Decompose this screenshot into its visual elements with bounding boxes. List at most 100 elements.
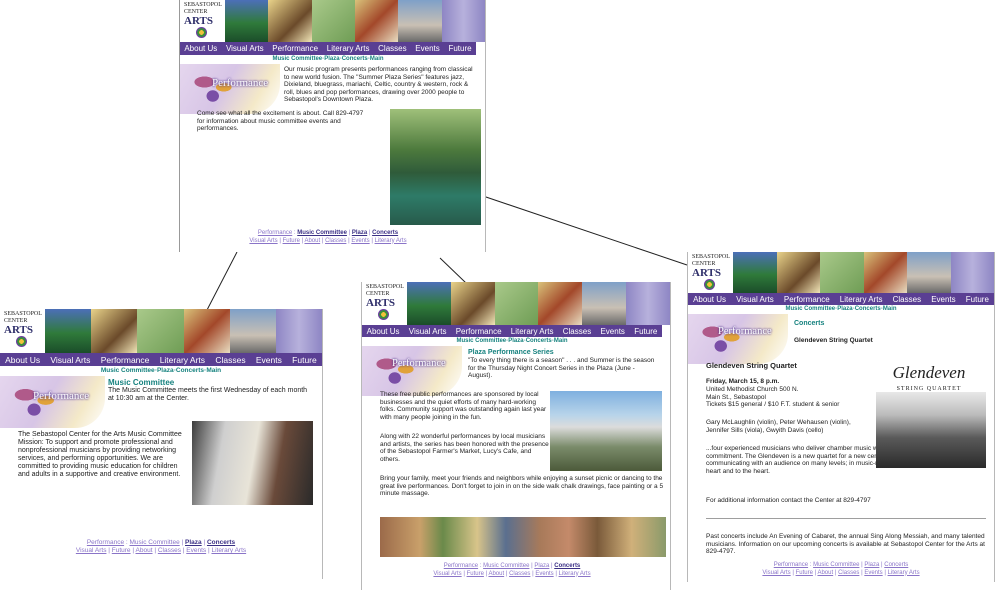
- footer-link-performance[interactable]: Performance: [444, 563, 478, 569]
- footer-link-music-committee[interactable]: Music Committee: [483, 563, 529, 569]
- site-logo[interactable]: SEBASTOPOL CENTER ARTS: [0, 309, 45, 351]
- footer-link-about[interactable]: About: [304, 238, 320, 244]
- footer-link-literary-arts[interactable]: Literary Arts: [888, 570, 920, 576]
- connector-main-committee: [206, 251, 238, 311]
- banner: SEBASTOPOL CENTER ARTS: [362, 282, 670, 325]
- photo-building: [398, 0, 442, 42]
- footer-link-visual-arts[interactable]: Visual Arts: [76, 547, 107, 554]
- nav-about-us[interactable]: About Us: [184, 44, 217, 53]
- nav-events[interactable]: Events: [415, 44, 439, 53]
- footer-link-events[interactable]: Events: [864, 570, 882, 576]
- logo-text-arts: ARTS: [692, 267, 721, 279]
- banner-photos: [45, 309, 322, 353]
- footer-link-events[interactable]: Events: [535, 571, 553, 577]
- footer-link-concerts[interactable]: Concerts: [884, 562, 908, 568]
- nav-events[interactable]: Events: [600, 327, 624, 336]
- photo-dancer: [390, 109, 481, 225]
- nav-performance[interactable]: Performance: [272, 44, 318, 53]
- nav-classes[interactable]: Classes: [893, 295, 921, 304]
- nav-visual-arts[interactable]: Visual Arts: [226, 44, 264, 53]
- header-title: Performance: [718, 326, 772, 337]
- nav-events[interactable]: Events: [256, 355, 282, 365]
- nav-about-us[interactable]: About Us: [693, 295, 726, 304]
- logo-text-top: SEBASTOPOL: [4, 311, 42, 317]
- nav-performance[interactable]: Performance: [101, 355, 150, 365]
- footer-link-future[interactable]: Future: [796, 570, 813, 576]
- footer-link-visual-arts[interactable]: Visual Arts: [762, 570, 790, 576]
- nav-literary-arts[interactable]: Literary Arts: [327, 44, 370, 53]
- footer-link-concerts[interactable]: Concerts: [554, 563, 580, 569]
- logo-text-arts: ARTS: [366, 297, 395, 309]
- sub-nav[interactable]: Music Committee◦Plaza◦Concerts◦Main: [180, 55, 476, 64]
- nav-performance[interactable]: Performance: [784, 295, 830, 304]
- nav-literary-arts[interactable]: Literary Arts: [160, 355, 205, 365]
- footer-link-classes[interactable]: Classes: [509, 571, 530, 577]
- footer-link-concerts[interactable]: Concerts: [207, 539, 235, 546]
- banner: SEBASTOPOL CENTER ARTS: [688, 252, 994, 293]
- footer-link-literary-arts[interactable]: Literary Arts: [375, 238, 407, 244]
- footer-link-about[interactable]: About: [136, 547, 153, 554]
- footer-link-performance[interactable]: Performance: [774, 562, 808, 568]
- performance-header-image: [362, 346, 462, 396]
- footer-link-plaza[interactable]: Plaza: [185, 539, 202, 546]
- logo-swirl-icon: [16, 336, 27, 347]
- footer-link-literary-arts[interactable]: Literary Arts: [559, 571, 591, 577]
- footer-link-future[interactable]: Future: [112, 547, 131, 554]
- nav-visual-arts[interactable]: Visual Arts: [736, 295, 774, 304]
- footer-link-performance[interactable]: Performance: [87, 539, 124, 546]
- nav-visual-arts[interactable]: Visual Arts: [50, 355, 90, 365]
- page-concerts: SEBASTOPOL CENTER ARTS About Us Visual A…: [687, 252, 995, 582]
- footer-link-music-committee[interactable]: Music Committee: [129, 539, 179, 546]
- nav-literary-arts[interactable]: Literary Arts: [840, 295, 883, 304]
- concert-players: Gary McLaughlin (violin), Peter Wehausen…: [706, 419, 851, 434]
- divider: [706, 518, 986, 519]
- nav-classes[interactable]: Classes: [215, 355, 245, 365]
- footer-link-future[interactable]: Future: [283, 238, 300, 244]
- footer-link-plaza[interactable]: Plaza: [352, 230, 367, 236]
- footer-link-music-committee[interactable]: Music Committee: [297, 230, 347, 236]
- footer-link-classes[interactable]: Classes: [838, 570, 859, 576]
- footer-link-music-committee[interactable]: Music Committee: [813, 562, 859, 568]
- sub-nav[interactable]: Music Committee◦Plaza◦Concerts◦Main: [688, 305, 994, 314]
- footer-link-visual-arts[interactable]: Visual Arts: [433, 571, 461, 577]
- connector-main-plaza: [439, 257, 467, 284]
- footer-link-about[interactable]: About: [488, 571, 504, 577]
- footer-link-events[interactable]: Events: [351, 238, 369, 244]
- header-title: Performance: [392, 358, 446, 369]
- committee-mission: The Sebastopol Center for the Arts Music…: [18, 431, 182, 478]
- nav-events[interactable]: Events: [931, 295, 955, 304]
- footer-link-performance[interactable]: Performance: [258, 230, 292, 236]
- sub-nav[interactable]: Music Committee◦Plaza◦Concerts◦Main: [0, 366, 322, 376]
- site-logo[interactable]: SEBASTOPOL CENTER ARTS: [180, 0, 225, 42]
- nav-classes[interactable]: Classes: [563, 327, 591, 336]
- nav-performance[interactable]: Performance: [456, 327, 502, 336]
- footer-link-concerts[interactable]: Concerts: [372, 230, 398, 236]
- past-concerts: Past concerts include An Evening of Caba…: [706, 533, 985, 555]
- site-logo[interactable]: SEBASTOPOL CENTER ARTS: [688, 252, 733, 293]
- footer-link-plaza[interactable]: Plaza: [534, 563, 549, 569]
- nav-visual-arts[interactable]: Visual Arts: [409, 327, 447, 336]
- footer-link-visual-arts[interactable]: Visual Arts: [249, 238, 277, 244]
- header-title: Performance: [33, 390, 90, 402]
- site-logo[interactable]: SEBASTOPOL CENTER ARTS: [362, 282, 407, 324]
- main-nav: About Us Visual Arts Performance Literar…: [0, 353, 322, 366]
- nav-future[interactable]: Future: [448, 44, 471, 53]
- footer-link-plaza[interactable]: Plaza: [864, 562, 879, 568]
- footer-links: Performance : Music Committee | Plaza | …: [75, 539, 247, 554]
- footer-link-literary-arts[interactable]: Literary Arts: [211, 547, 246, 554]
- nav-future[interactable]: Future: [966, 295, 989, 304]
- sub-nav[interactable]: Music Committee◦Plaza◦Concerts◦Main: [362, 337, 662, 346]
- footer-link-classes[interactable]: Classes: [325, 238, 346, 244]
- footer-link-events[interactable]: Events: [186, 547, 206, 554]
- concert-venue: United Methodist Church 500 N. Main St.,…: [706, 386, 799, 401]
- main-nav: About Us Visual Arts Performance Literar…: [362, 325, 662, 337]
- nav-about-us[interactable]: About Us: [5, 355, 40, 365]
- nav-future[interactable]: Future: [634, 327, 657, 336]
- footer-link-future[interactable]: Future: [467, 571, 484, 577]
- nav-future[interactable]: Future: [292, 355, 317, 365]
- nav-about-us[interactable]: About Us: [367, 327, 400, 336]
- nav-classes[interactable]: Classes: [378, 44, 406, 53]
- footer-link-about[interactable]: About: [817, 570, 833, 576]
- footer-link-classes[interactable]: Classes: [158, 547, 181, 554]
- nav-literary-arts[interactable]: Literary Arts: [511, 327, 554, 336]
